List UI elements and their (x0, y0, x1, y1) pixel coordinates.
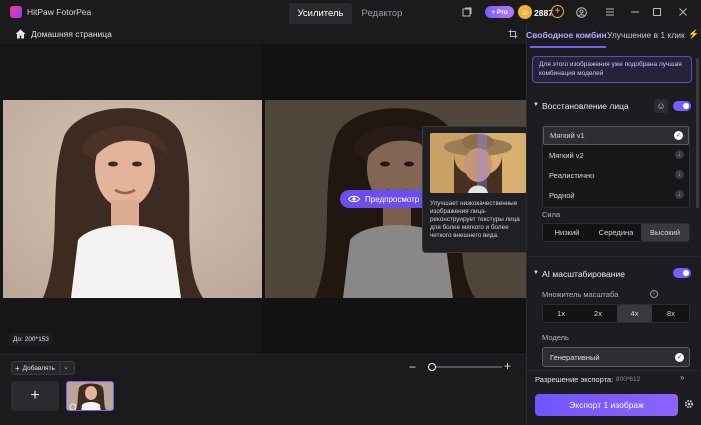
zoom-slider-handle[interactable] (427, 363, 436, 371)
pro-badge[interactable]: + Pro (485, 6, 514, 18)
model-option-soft-v1[interactable]: Мягкий v1 ✓ (543, 126, 689, 145)
model-option-label: Реалистично (549, 171, 595, 180)
zoom-slider[interactable] (428, 366, 502, 368)
preview-label: Предпросмотр (365, 194, 420, 204)
upscale-model-option[interactable]: Генеративный ✓ (542, 347, 690, 367)
app-logo (10, 6, 22, 18)
zoom-in-button[interactable]: + (504, 359, 511, 373)
expand-icon[interactable]: » (680, 373, 684, 382)
crop-icon[interactable] (508, 29, 518, 42)
before-image (3, 100, 262, 298)
model-option-realistic[interactable]: Реалистично ↓ (543, 166, 689, 185)
download-icon[interactable]: ↓ (675, 190, 684, 199)
close-icon[interactable] (677, 6, 689, 18)
before-size-label: До: 200*153 (9, 333, 53, 345)
files-icon[interactable] (461, 6, 473, 18)
multiplier-1x[interactable]: 1x (543, 305, 579, 322)
model-option-soft-v2[interactable]: Мягкий v2 ↓ (543, 146, 689, 165)
collapse-face-icon[interactable]: ▼ (533, 102, 539, 108)
multiplier-2x[interactable]: 2x (580, 305, 616, 322)
tab-editor[interactable]: Редактор (355, 3, 409, 24)
gear-icon[interactable] (684, 399, 694, 412)
upscale-toggle[interactable] (673, 268, 691, 278)
multiplier-4x[interactable]: 4x (617, 305, 652, 322)
multiplier-label: Множитель масштаба (542, 290, 619, 299)
collapse-upscale-icon[interactable]: ▼ (533, 270, 539, 276)
eye-icon (348, 195, 360, 203)
tooltip-preview-image (430, 133, 526, 193)
model-label: Модель (542, 333, 569, 342)
breadcrumb-home[interactable]: Домашняя страница (31, 29, 112, 39)
tooltip-text: Улучшает низкокачественные изображения л… (430, 200, 520, 240)
multiplier-8x[interactable]: 8x (653, 305, 689, 322)
export-resolution-label: Разрешение экспорта: (535, 375, 614, 384)
active-tab-indicator (530, 46, 606, 48)
account-icon[interactable] (575, 6, 587, 18)
export-resolution-value: 800*612 (616, 376, 641, 383)
add-label: Добавлять (22, 364, 55, 372)
menu-icon[interactable] (604, 6, 616, 18)
recommendation-notice: Для этого изображения уже подобрана лучш… (532, 56, 692, 83)
upscale-section-title: AI масштабирование (542, 269, 625, 279)
chevron-down-icon[interactable]: ⌄ (63, 363, 69, 371)
home-icon[interactable] (15, 29, 26, 39)
face-section-title: Восстановление лица (542, 101, 629, 111)
tab-enhancer[interactable]: Усилитель (289, 3, 352, 24)
image-thumbnail[interactable] (66, 381, 114, 411)
panel-scrollbar[interactable] (696, 58, 699, 208)
upscale-model-value: Генеративный (550, 352, 600, 362)
check-icon: ✓ (674, 131, 683, 140)
strength-high[interactable]: Высокий (641, 224, 689, 241)
face-icon[interactable]: ☺ (654, 99, 668, 113)
export-button[interactable]: Экспорт 1 изображ (535, 394, 678, 416)
model-option-label: Мягкий v2 (549, 151, 584, 160)
model-option-native[interactable]: Родной ↓ (543, 186, 689, 205)
check-icon: ✓ (675, 353, 684, 362)
download-icon[interactable]: ↓ (675, 150, 684, 159)
model-option-label: Родной (549, 191, 575, 200)
add-dropdown[interactable]: + Добавлять ⌄ (11, 361, 75, 375)
minimize-icon[interactable] (629, 6, 641, 18)
tab-free-combination[interactable]: Свободное комбинирование (526, 30, 606, 40)
coin-icon: ☺ (518, 5, 532, 19)
zoom-out-button[interactable]: − (409, 360, 416, 374)
strength-low[interactable]: Низкий (543, 224, 591, 241)
maximize-icon[interactable] (651, 6, 663, 18)
download-icon[interactable]: ↓ (675, 170, 684, 179)
tab-one-click[interactable]: Улучшение в 1 клик (607, 30, 689, 40)
model-option-label: Мягкий v1 (550, 131, 585, 140)
add-icon: + (15, 363, 20, 373)
app-name: HitPaw FotorPea (27, 7, 92, 17)
add-credits-button[interactable]: + (551, 5, 564, 18)
add-image-button[interactable]: + (11, 381, 59, 411)
strength-medium[interactable]: Середина (592, 224, 640, 241)
info-icon[interactable]: i (650, 290, 658, 298)
face-toggle[interactable] (673, 101, 691, 111)
lightning-icon: ⚡ (688, 29, 700, 39)
strength-label: Сила (542, 210, 561, 219)
